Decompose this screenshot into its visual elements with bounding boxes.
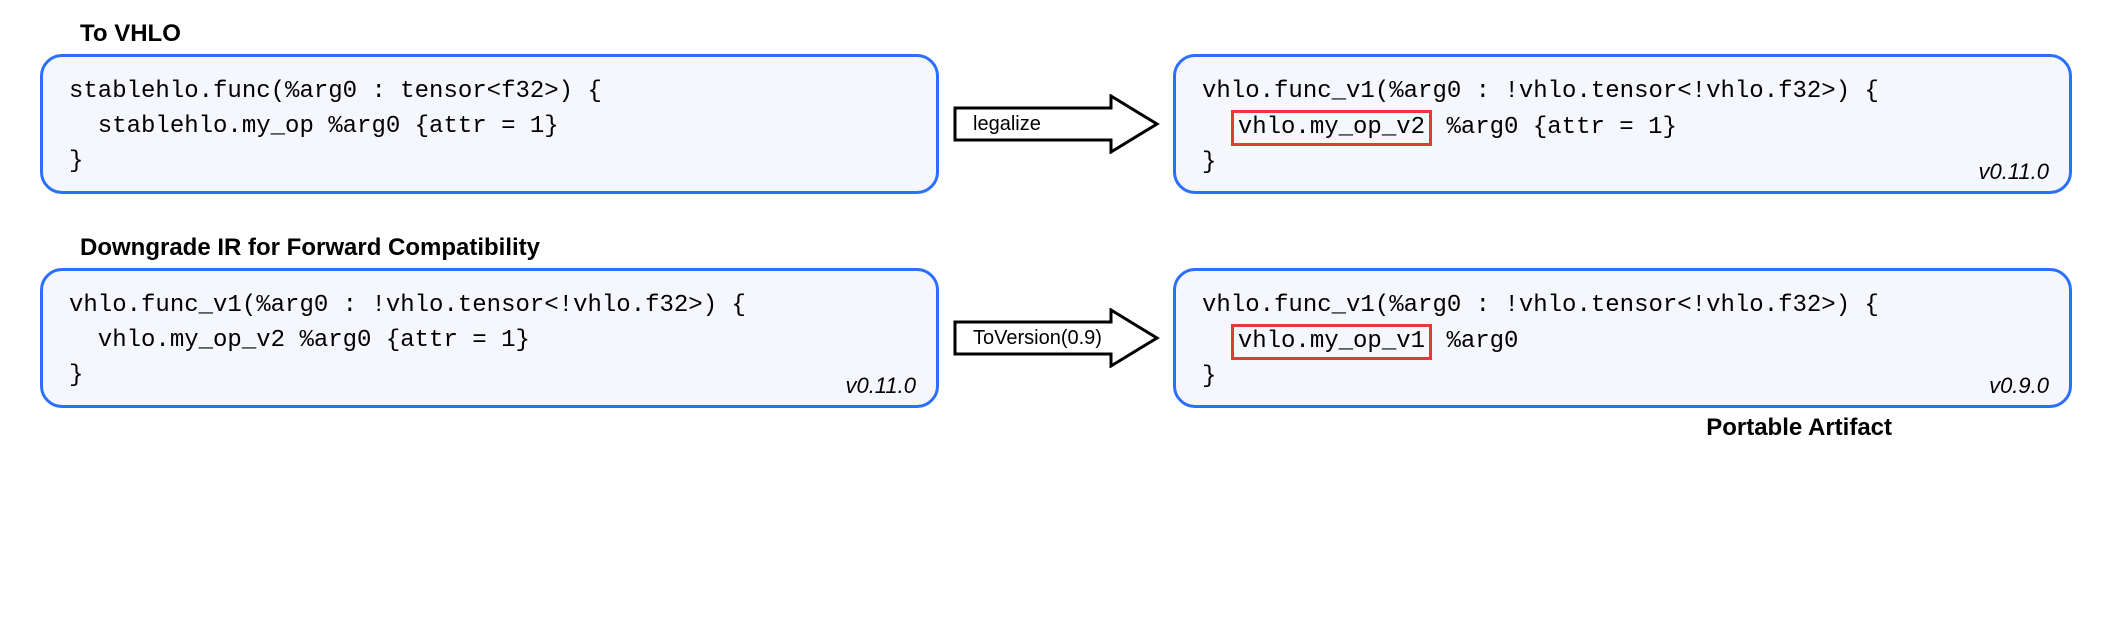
code-line: vhlo.func_v1(%arg0 : !vhlo.tensor<!vhlo.… [69,292,746,319]
section-title: To VHLO [80,20,2072,48]
code-block: stablehlo.func(%arg0 : tensor<f32>) { st… [69,75,910,179]
code-line: stablehlo.my_op %arg0 {attr = 1} [69,113,559,140]
code-line: vhlo.func_v1(%arg0 : !vhlo.tensor<!vhlo.… [1202,78,1879,105]
version-tag: v0.11.0 [845,373,916,399]
codebox-left: vhlo.func_v1(%arg0 : !vhlo.tensor<!vhlo.… [40,268,939,408]
code-line: } [1202,363,1216,390]
codebox-right: vhlo.func_v1(%arg0 : !vhlo.tensor<!vhlo.… [1173,54,2072,194]
row: vhlo.func_v1(%arg0 : !vhlo.tensor<!vhlo.… [40,268,2072,408]
version-tag: v0.9.0 [1989,373,2049,399]
version-tag: v0.11.0 [1978,159,2049,185]
section-title: Downgrade IR for Forward Compatibility [80,234,2072,262]
highlight-op: vhlo.my_op_v2 [1231,110,1432,146]
section-to-vhlo: To VHLO stablehlo.func(%arg0 : tensor<f3… [40,20,2072,194]
arrow-label: ToVersion(0.9) [951,308,1161,368]
code-indent [1202,114,1231,141]
code-line: } [69,362,83,389]
codebox-right: vhlo.func_v1(%arg0 : !vhlo.tensor<!vhlo.… [1173,268,2072,408]
code-rest: %arg0 [1432,328,1518,355]
code-block: vhlo.func_v1(%arg0 : !vhlo.tensor<!vhlo.… [1202,289,2043,395]
code-block: vhlo.func_v1(%arg0 : !vhlo.tensor<!vhlo.… [1202,75,2043,181]
code-rest: %arg0 {attr = 1} [1432,114,1677,141]
footer-label: Portable Artifact [40,414,2072,442]
arrow-legalize: legalize [951,94,1161,154]
arrow-label: legalize [951,94,1161,154]
row: stablehlo.func(%arg0 : tensor<f32>) { st… [40,54,2072,194]
section-downgrade: Downgrade IR for Forward Compatibility v… [40,234,2072,442]
code-line: stablehlo.func(%arg0 : tensor<f32>) { [69,78,602,105]
code-indent [1202,328,1231,355]
highlight-op: vhlo.my_op_v1 [1231,324,1432,360]
code-line: } [69,148,83,175]
code-block: vhlo.func_v1(%arg0 : !vhlo.tensor<!vhlo.… [69,289,910,393]
code-line: vhlo.my_op_v2 %arg0 {attr = 1} [69,327,530,354]
codebox-left: stablehlo.func(%arg0 : tensor<f32>) { st… [40,54,939,194]
arrow-toversion: ToVersion(0.9) [951,308,1161,368]
code-line: } [1202,149,1216,176]
code-line: vhlo.func_v1(%arg0 : !vhlo.tensor<!vhlo.… [1202,292,1879,319]
